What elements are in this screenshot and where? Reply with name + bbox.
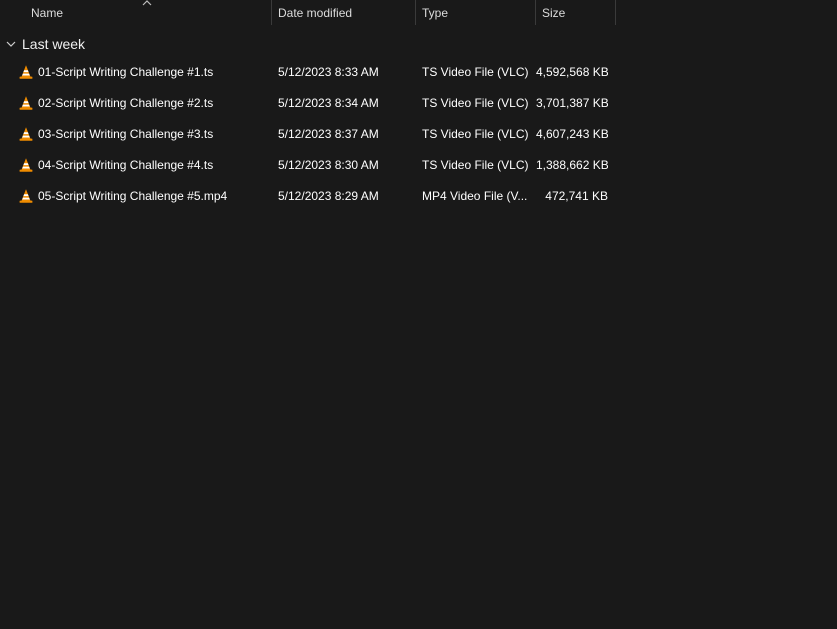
file-name: 04-Script Writing Challenge #4.ts [38,158,214,172]
column-resize-handle[interactable] [535,0,536,25]
file-type: TS Video File (VLC) [422,96,529,110]
file-size: 3,701,387 KB [536,96,608,110]
file-date-modified: 5/12/2023 8:34 AM [278,96,379,110]
file-date-modified: 5/12/2023 8:29 AM [278,189,379,203]
column-header-bar: Name Date modified Type Size [0,0,616,25]
group-label: Last week [22,36,86,52]
column-resize-handle[interactable] [415,0,416,25]
file-row[interactable]: 03-Script Writing Challenge #3.ts 5/12/2… [0,119,616,150]
file-size: 472,741 KB [545,189,608,203]
file-date-modified: 5/12/2023 8:37 AM [278,127,379,141]
vlc-icon [18,95,34,111]
vlc-icon [18,157,34,173]
file-date-modified: 5/12/2023 8:30 AM [278,158,379,172]
column-header-size[interactable]: Size [542,0,612,25]
file-row[interactable]: 04-Script Writing Challenge #4.ts 5/12/2… [0,150,616,181]
file-name: 01-Script Writing Challenge #1.ts [38,65,214,79]
file-type: MP4 Video File (V... [422,189,528,203]
vlc-icon [18,64,34,80]
file-row[interactable]: 01-Script Writing Challenge #1.ts 5/12/2… [0,57,616,88]
chevron-down-icon[interactable] [4,37,18,51]
vlc-icon [18,188,34,204]
group-header-last-week[interactable]: Last week [4,33,85,55]
file-row[interactable]: 05-Script Writing Challenge #5.mp4 5/12/… [0,181,616,212]
file-size: 1,388,662 KB [536,158,608,172]
file-size: 4,592,568 KB [536,65,608,79]
file-list: 01-Script Writing Challenge #1.ts 5/12/2… [0,57,616,212]
column-resize-handle[interactable] [615,0,616,25]
file-type: TS Video File (VLC) [422,127,529,141]
vlc-icon [18,126,34,142]
file-row[interactable]: 02-Script Writing Challenge #2.ts 5/12/2… [0,88,616,119]
file-explorer-details-view: Name Date modified Type Size Last week 0… [0,0,837,629]
file-name: 02-Script Writing Challenge #2.ts [38,96,214,110]
column-header-name[interactable]: Name [31,0,269,25]
file-type: TS Video File (VLC) [422,158,529,172]
column-header-date-modified[interactable]: Date modified [278,0,413,25]
file-type: TS Video File (VLC) [422,65,529,79]
column-resize-handle[interactable] [271,0,272,25]
file-name: 05-Script Writing Challenge #5.mp4 [38,189,228,203]
file-name: 03-Script Writing Challenge #3.ts [38,127,214,141]
column-header-type[interactable]: Type [422,0,532,25]
file-size: 4,607,243 KB [536,127,608,141]
file-date-modified: 5/12/2023 8:33 AM [278,65,379,79]
